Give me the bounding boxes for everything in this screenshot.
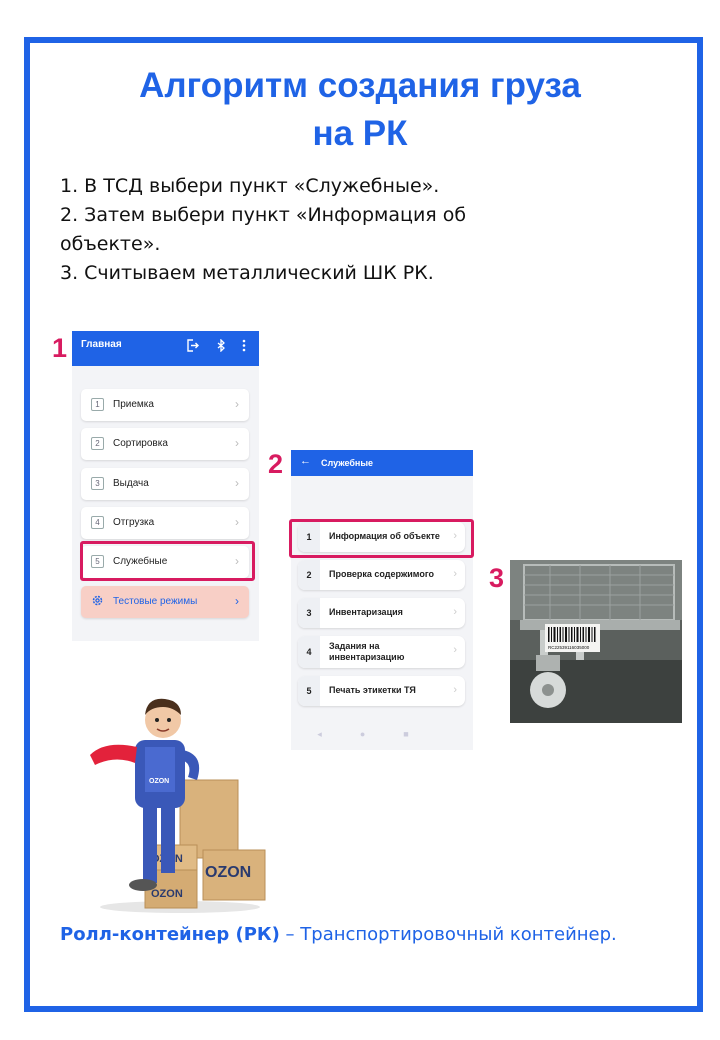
service-item-label: Инвентаризация	[329, 607, 403, 617]
service-item-number: 4	[298, 636, 320, 668]
definition-term: Ролл-контейнер (РК)	[60, 924, 280, 945]
menu-item-otgruzka[interactable]: 4 Отгрузка ›	[81, 507, 249, 539]
menu-item-priemka[interactable]: 1 Приемка ›	[81, 389, 249, 421]
service-item-inventory-tasks[interactable]: 4 Задания на инвентаризацию ›	[298, 636, 465, 668]
menu-item-number: 2	[91, 437, 104, 450]
menu-item-number: 3	[91, 477, 104, 490]
service-item-print-label[interactable]: 5 Печать этикетки ТЯ ›	[298, 676, 465, 706]
barcode-text: RC22539116035000	[548, 645, 590, 650]
chevron-right-icon: ›	[235, 397, 239, 411]
highlight-sluzhebnye	[80, 541, 255, 581]
chevron-right-icon: ›	[453, 644, 457, 656]
logout-icon[interactable]	[186, 339, 199, 355]
chevron-right-icon: ›	[235, 594, 239, 608]
service-item-number: 5	[298, 676, 320, 706]
bluetooth-icon[interactable]	[215, 338, 228, 355]
step-marker-3: 3	[489, 563, 505, 593]
service-item-number: 3	[298, 598, 320, 628]
service-menu-screenshot: ← Служебные 1 Информация об объекте › 2 …	[291, 450, 473, 750]
menu-item-label: Отгрузка	[113, 517, 155, 528]
main-menu-screenshot: Главная 1 Приемка › 2 Сортировка › 3 Выд…	[72, 331, 259, 641]
main-menu-title: Главная	[81, 339, 122, 350]
service-menu-title: Служебные	[321, 458, 374, 468]
highlight-info-object	[289, 519, 474, 558]
chevron-right-icon: ›	[453, 606, 457, 618]
menu-item-label: Сортировка	[113, 438, 168, 449]
chevron-right-icon: ›	[453, 568, 457, 580]
menu-item-number: 4	[91, 516, 104, 529]
service-item-inventory[interactable]: 3 Инвентаризация ›	[298, 598, 465, 628]
main-menu-header: Главная	[72, 331, 259, 366]
menu-item-sortirovka[interactable]: 2 Сортировка ›	[81, 428, 249, 460]
menu-item-vydacha[interactable]: 3 Выдача ›	[81, 468, 249, 500]
more-vertical-icon[interactable]	[242, 339, 246, 355]
step-3: 3. Считываем металлический ШК РК.	[60, 262, 434, 284]
service-item-number: 2	[298, 560, 320, 590]
chevron-right-icon: ›	[235, 515, 239, 529]
menu-item-label: Выдача	[113, 478, 149, 489]
page-title: Алгоритм создания груза на РК	[0, 62, 720, 158]
step-1: 1. В ТСД выбери пункт «Служебные».	[60, 175, 440, 197]
title-line-2: на РК	[312, 114, 408, 153]
definition-line: Ролл-контейнер (РК) – Транспортировочный…	[60, 924, 617, 945]
menu-item-test-modes[interactable]: Тестовые режимы ›	[81, 586, 249, 618]
back-arrow-icon[interactable]: ←	[300, 455, 311, 467]
ozon-courier-illustration: OZON OZON OZON OZON	[85, 685, 275, 915]
chevron-right-icon: ›	[235, 436, 239, 450]
service-item-label: Проверка содержимого	[329, 569, 434, 579]
instruction-list: 1. В ТСД выбери пункт «Служебные». 2. За…	[60, 172, 500, 288]
box-brand-2: OZON	[205, 864, 251, 881]
step-marker-2: 2	[268, 449, 284, 479]
roll-container-photo: RC22539116035000	[510, 560, 682, 723]
shirt-brand: OZON	[149, 778, 169, 785]
gear-icon	[91, 594, 104, 610]
box-brand-3: OZON	[151, 888, 183, 900]
chevron-right-icon: ›	[235, 476, 239, 490]
service-item-label: Печать этикетки ТЯ	[329, 685, 416, 695]
menu-item-label: Тестовые режимы	[113, 596, 198, 607]
menu-item-label: Приемка	[113, 399, 154, 410]
chevron-right-icon: ›	[453, 684, 457, 696]
service-item-label: Задания на инвентаризацию	[329, 641, 405, 662]
step-marker-1: 1	[52, 333, 68, 363]
service-item-check-content[interactable]: 2 Проверка содержимого ›	[298, 560, 465, 590]
title-line-1: Алгоритм создания груза	[139, 66, 581, 105]
step-2: 2. Затем выбери пункт «Информация об объ…	[60, 204, 467, 255]
menu-item-number: 1	[91, 398, 104, 411]
service-menu-header: ← Служебные	[291, 450, 473, 476]
definition-text: – Транспортировочный контейнер.	[279, 924, 617, 945]
android-nav-bar: ◂●■	[317, 729, 447, 739]
